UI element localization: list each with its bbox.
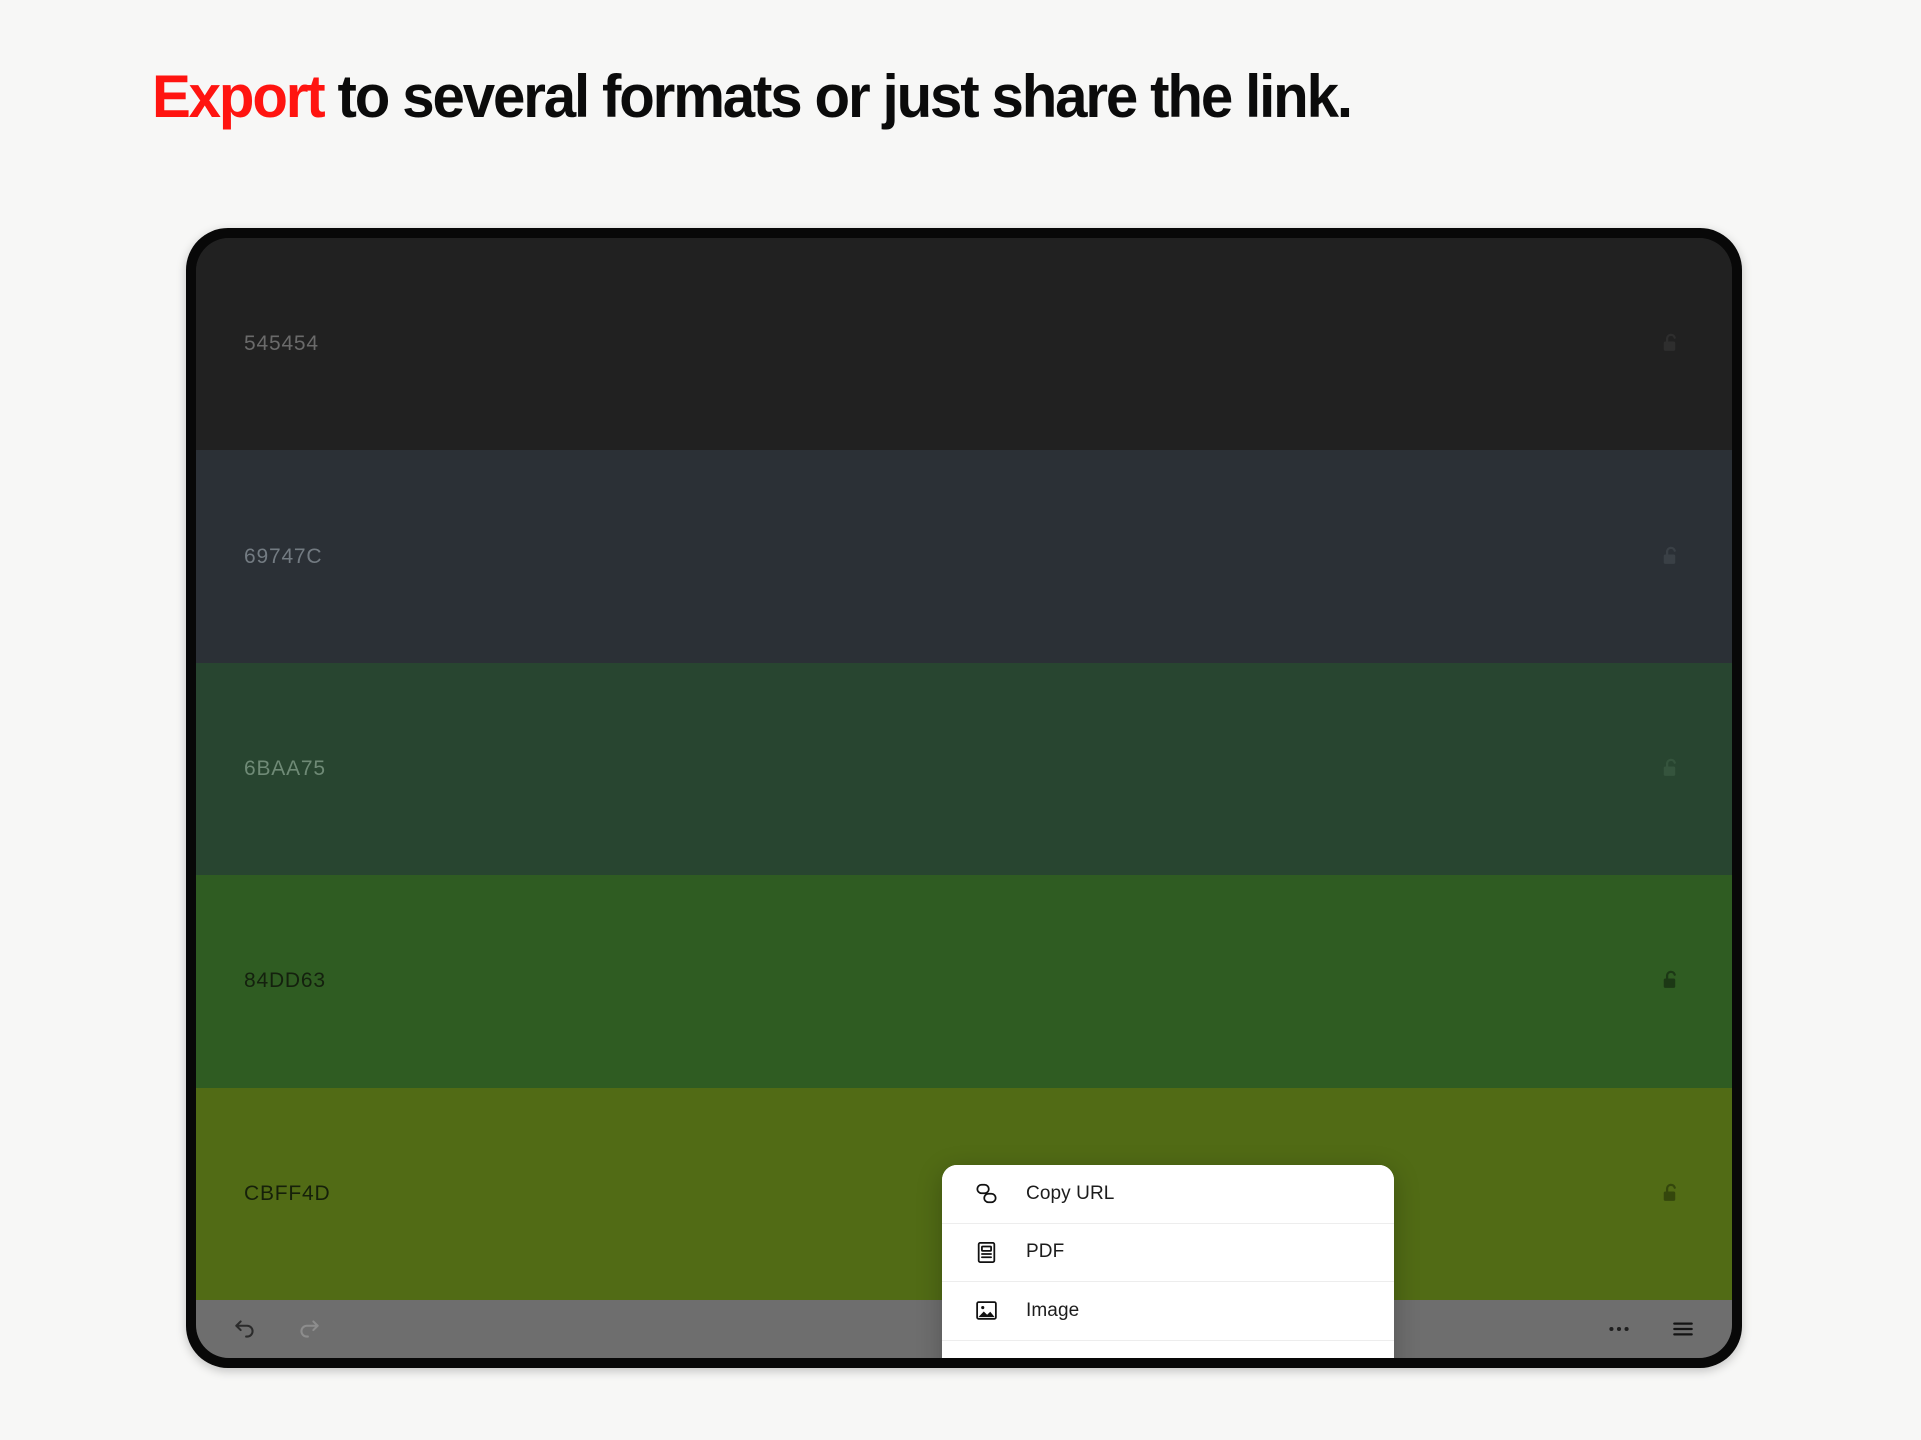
page-headline: Export to several formats or just share … xyxy=(152,62,1353,131)
link-icon xyxy=(973,1180,1000,1207)
unlock-icon[interactable] xyxy=(1658,1179,1684,1209)
tablet-device-frame: 545454 69747C 6BAA75 84DD63 CBFF4D Copy … xyxy=(186,228,1742,1368)
unlock-icon[interactable] xyxy=(1658,966,1684,996)
export-menu-item[interactable]: Procreate xyxy=(942,1340,1394,1358)
color-palette-list: 545454 69747C 6BAA75 84DD63 CBFF4D xyxy=(196,238,1732,1301)
color-swatch-row[interactable]: 6BAA75 xyxy=(196,662,1732,876)
more-icon[interactable] xyxy=(1604,1314,1634,1344)
swatch-hex-label: 6BAA75 xyxy=(244,757,326,781)
pdf-file-icon xyxy=(973,1239,1000,1266)
export-menu-item[interactable]: Copy URL xyxy=(942,1165,1394,1224)
undo-icon[interactable] xyxy=(230,1314,260,1344)
export-menu-item[interactable]: Image xyxy=(942,1282,1394,1341)
unlock-icon[interactable] xyxy=(1658,754,1684,784)
unlock-icon[interactable] xyxy=(1658,329,1684,359)
export-menu-item-label: Copy URL xyxy=(1026,1182,1115,1204)
redo-icon[interactable] xyxy=(294,1314,324,1344)
headline-rest: to several formats or just share the lin… xyxy=(323,63,1353,130)
toolbar-right-group xyxy=(1604,1314,1698,1344)
swatch-hex-label: 84DD63 xyxy=(244,969,326,993)
procreate-icon xyxy=(973,1356,1000,1358)
menu-icon[interactable] xyxy=(1668,1314,1698,1344)
unlock-icon[interactable] xyxy=(1658,542,1684,572)
headline-accent-word: Export xyxy=(152,63,326,130)
image-icon xyxy=(973,1297,1000,1324)
swatch-hex-label: 69747C xyxy=(244,544,323,568)
export-menu-item-label: Image xyxy=(1026,1299,1080,1321)
export-dialog: Copy URLPDFImageProcreateSVGASE Cancel xyxy=(942,1165,1394,1358)
color-swatch-row[interactable]: 84DD63 xyxy=(196,875,1732,1088)
toolbar-left-group xyxy=(230,1314,324,1344)
color-swatch-row[interactable]: 545454 xyxy=(196,238,1732,451)
swatch-hex-label: CBFF4D xyxy=(244,1181,331,1205)
export-menu-item-label: PDF xyxy=(1026,1241,1065,1263)
export-menu-item[interactable]: PDF xyxy=(942,1223,1394,1282)
tablet-screen: 545454 69747C 6BAA75 84DD63 CBFF4D Copy … xyxy=(196,238,1732,1358)
color-swatch-row[interactable]: 69747C xyxy=(196,450,1732,663)
swatch-hex-label: 545454 xyxy=(244,332,319,356)
